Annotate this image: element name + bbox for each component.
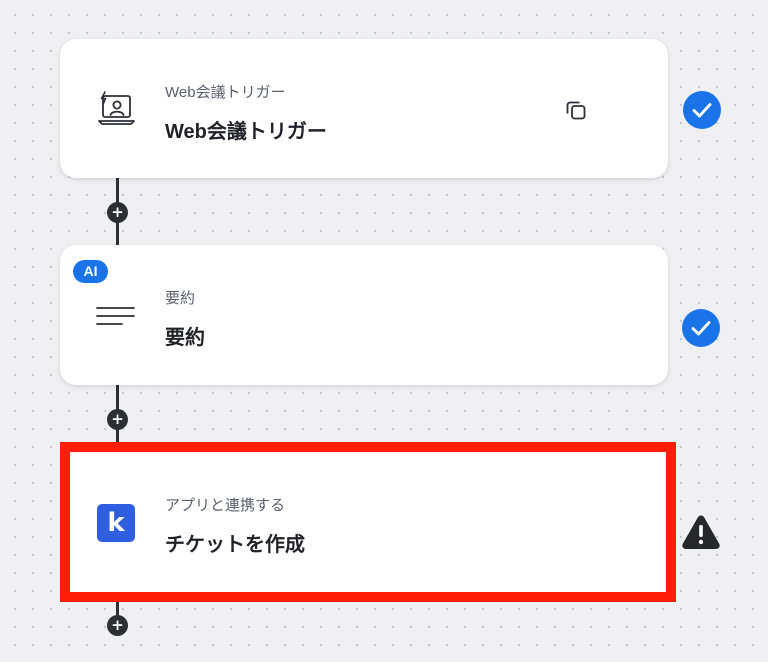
workflow-step-web-meeting-trigger[interactable]: Web会議トリガー Web会議トリガー (60, 39, 668, 178)
summary-lines-icon (96, 296, 136, 336)
kintone-app-icon: k (96, 503, 136, 543)
check-circle-icon (682, 309, 720, 347)
step-subtitle: Web会議トリガー (165, 84, 286, 101)
step-subtitle: 要約 (165, 290, 196, 307)
workflow-step-create-ticket[interactable]: k アプリと連携する チケットを作成 (60, 442, 676, 602)
workflow-step-summary[interactable]: AI 要約 要約 (60, 245, 668, 385)
step-title: 要約 (165, 327, 205, 349)
kintone-logo: k (97, 504, 135, 542)
add-step-button[interactable]: + (107, 615, 128, 636)
add-step-button[interactable]: + (107, 202, 128, 223)
add-step-button[interactable]: + (107, 409, 128, 430)
step-title: チケットを作成 (165, 534, 305, 556)
step-subtitle: アプリと連携する (165, 497, 286, 514)
ai-badge: AI (73, 260, 108, 283)
web-meeting-trigger-icon (96, 89, 136, 129)
check-circle-icon (683, 91, 721, 129)
copy-icon[interactable] (564, 98, 588, 122)
warning-icon (681, 513, 721, 551)
step-title: Web会議トリガー (165, 121, 327, 143)
